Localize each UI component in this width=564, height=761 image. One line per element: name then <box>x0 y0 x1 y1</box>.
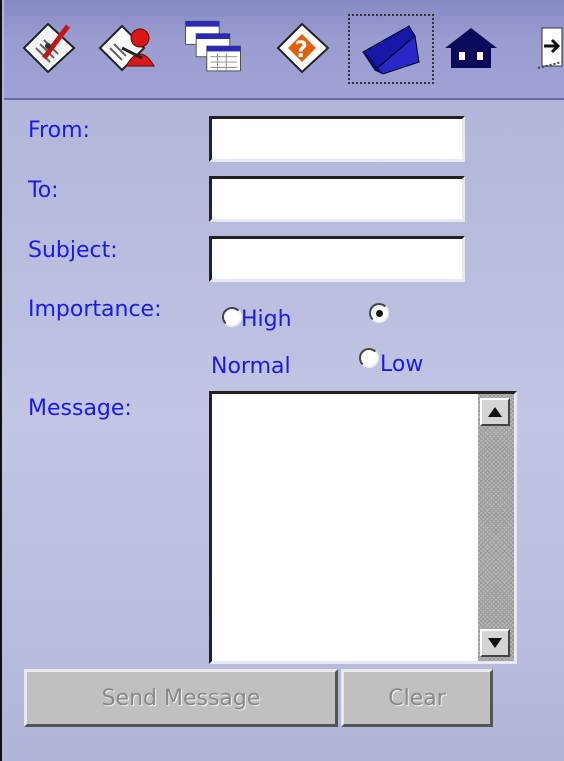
importance-normal-radio[interactable] <box>369 303 389 323</box>
to-field[interactable] <box>209 176 465 222</box>
clipboard-pen-icon <box>22 22 76 74</box>
from-field[interactable] <box>209 116 465 162</box>
folder-envelope-icon <box>362 25 420 75</box>
app-window: ? From: To: Subject: Importance: Message… <box>0 0 564 761</box>
svg-text:?: ? <box>295 38 308 63</box>
send-message-button[interactable]: Send Message <box>24 669 338 727</box>
calendar-stack-button[interactable] <box>182 12 244 82</box>
importance-normal-label[interactable]: Normal <box>211 354 291 380</box>
from-label: From: <box>28 118 90 143</box>
subject-label: Subject: <box>28 238 118 263</box>
clear-button[interactable]: Clear <box>341 669 493 727</box>
toolbar: ? <box>4 0 564 100</box>
to-label: To: <box>28 178 59 203</box>
importance-high-label[interactable]: High <box>241 307 292 333</box>
clipboard-help-icon: ? <box>276 22 330 74</box>
exit-icon <box>537 27 563 69</box>
clipboard-pen-button[interactable] <box>18 12 80 82</box>
importance-low-radio[interactable] <box>359 348 379 368</box>
message-label: Message: <box>28 396 132 421</box>
subject-field[interactable] <box>209 236 465 282</box>
importance-high-radio[interactable] <box>222 307 242 327</box>
importance-label: Importance: <box>28 297 162 322</box>
calendar-stack-icon <box>185 20 241 72</box>
clipboard-help-button[interactable]: ? <box>272 12 334 82</box>
message-textarea[interactable] <box>209 391 517 664</box>
home-button[interactable] <box>440 12 502 82</box>
importance-low-label[interactable]: Low <box>380 352 423 378</box>
message-scrollbar[interactable] <box>478 394 514 661</box>
folder-envelope-button[interactable] <box>348 14 434 84</box>
scroll-down-button[interactable] <box>480 629 510 657</box>
arrow-down-icon <box>488 638 502 648</box>
clipboard-user-button[interactable] <box>96 12 158 82</box>
exit-button[interactable] <box>528 12 564 82</box>
clipboard-user-icon <box>98 24 155 72</box>
home-icon <box>445 28 497 68</box>
arrow-up-icon <box>488 407 502 417</box>
scroll-up-button[interactable] <box>480 398 510 426</box>
